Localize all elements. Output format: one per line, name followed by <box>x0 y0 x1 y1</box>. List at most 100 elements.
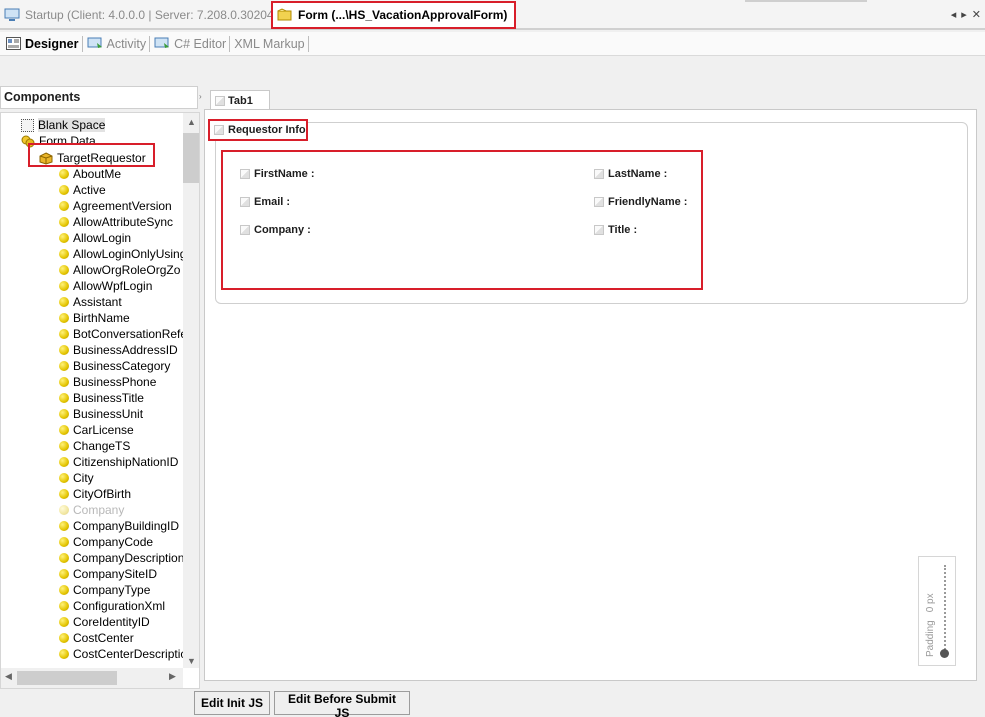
tab-strip-divider <box>745 0 867 2</box>
attribute-dot-icon <box>59 281 69 291</box>
attribute-dot-icon <box>59 441 69 451</box>
attribute-dot-icon <box>59 553 69 563</box>
scroll-left-arrow-icon[interactable]: ◀ <box>5 671 12 682</box>
tree-item-attribute[interactable]: AllowAttributeSync <box>59 214 173 230</box>
activity-view-button[interactable]: Activity <box>87 35 151 52</box>
scroll-down-icon[interactable]: ▼ <box>187 656 196 666</box>
tree-item-attribute[interactable]: AllowOrgRoleOrgZo <box>59 262 180 278</box>
padding-slider[interactable]: Padding 0 px <box>918 556 956 666</box>
field-lastname[interactable]: LastName <box>594 168 667 180</box>
attribute-dot-icon <box>59 425 69 435</box>
horizontal-scroll-thumb[interactable] <box>17 671 117 685</box>
tree-item-attribute[interactable]: City <box>59 470 94 486</box>
scroll-right-icon[interactable]: ▸ <box>961 8 967 21</box>
tree-item-label: ConfigurationXml <box>73 599 166 613</box>
tree-item-attribute[interactable]: BotConversationRefe <box>59 326 183 342</box>
field-friendlyname[interactable]: FriendlyName <box>594 196 687 208</box>
field-email[interactable]: Email <box>240 196 290 208</box>
tree-item-attribute[interactable]: Assistant <box>59 294 122 310</box>
tab-form[interactable]: Form (...\HS_VacationApprovalForm) <box>271 1 516 29</box>
csharp-editor-button[interactable]: C# Editor <box>154 35 231 52</box>
tree-item-label: AboutMe <box>73 167 122 181</box>
edit-before-submit-js-button[interactable]: Edit Before Submit JS <box>274 691 410 717</box>
tree-item-attribute[interactable]: BusinessPhone <box>59 374 156 390</box>
tab-startup[interactable]: Startup (Client: 4.0.0.0 | Server: 7.208… <box>0 2 282 28</box>
attribute-dot-icon <box>59 393 69 403</box>
tree-item-label: BotConversationRefe <box>73 327 183 341</box>
tree-item-label: CostCenterDescriptic <box>73 647 183 661</box>
designer-view-label: Designer <box>25 36 79 51</box>
tree-item-attribute[interactable]: ConfigurationXml <box>59 598 165 614</box>
scroll-left-icon[interactable]: ◂ <box>951 8 957 21</box>
splitter-arrow-icon[interactable]: › <box>199 92 202 101</box>
tree-item-blank-space[interactable]: Blank Space <box>21 117 106 133</box>
close-icon[interactable]: ✕ <box>972 8 981 21</box>
attribute-dot-icon <box>59 361 69 371</box>
tree-item-attribute[interactable]: AllowWpfLogin <box>59 278 152 294</box>
attribute-dot-icon <box>59 233 69 243</box>
tree-item-attribute[interactable]: Company <box>59 502 124 518</box>
tree-item-attribute[interactable]: CompanyBuildingID <box>59 518 179 534</box>
tree-item-attribute[interactable]: CompanyType <box>59 582 150 598</box>
field-title[interactable]: Title <box>594 224 637 236</box>
field-firstname[interactable]: FirstName <box>240 168 315 180</box>
activity-icon <box>87 37 103 50</box>
tree-vertical-scrollbar[interactable]: ▲ ▼ <box>183 113 199 668</box>
attribute-dot-icon <box>59 569 69 579</box>
xml-markup-button[interactable]: XML Markup <box>234 35 309 52</box>
field-edit-icon <box>594 197 604 207</box>
designer-view-button[interactable]: Designer <box>6 35 83 52</box>
padding-track[interactable] <box>944 565 946 653</box>
vertical-scroll-thumb[interactable] <box>183 133 199 183</box>
attribute-dot-icon <box>59 169 69 179</box>
tree-item-attribute[interactable]: CitizenshipNationID <box>59 454 178 470</box>
blank-space-label: Blank Space <box>38 118 106 132</box>
edit-init-js-button[interactable]: Edit Init JS <box>194 691 270 715</box>
scroll-up-icon[interactable]: ▲ <box>187 117 196 127</box>
requestor-info-group[interactable]: Requestor Info FirstName Email Company L… <box>208 119 968 304</box>
tree-item-attribute[interactable]: AllowLogin <box>59 230 131 246</box>
padding-knob[interactable] <box>940 649 949 658</box>
tree-item-attribute[interactable]: AboutMe <box>59 166 121 182</box>
tree-item-attribute[interactable]: BusinessCategory <box>59 358 170 374</box>
tree-item-attribute[interactable]: CostCenterDescriptic <box>59 646 183 662</box>
tree-item-attribute[interactable]: BirthName <box>59 310 130 326</box>
attribute-dot-icon <box>59 185 69 195</box>
tree-item-attribute[interactable]: ChangeTS <box>59 438 130 454</box>
tree-item-attribute[interactable]: CompanyCode <box>59 534 153 550</box>
components-panel: Blank Space Form Data TargetRequestor Ab… <box>0 112 200 689</box>
attribute-dot-icon <box>59 537 69 547</box>
form-canvas[interactable]: Requestor Info FirstName Email Company L… <box>204 109 977 681</box>
tree-horizontal-scrollbar[interactable]: ◀ ▶ <box>1 668 183 688</box>
padding-label: Padding <box>925 620 936 657</box>
field-company-label: Company <box>254 224 311 236</box>
tree-item-attribute[interactable]: CostCenter <box>59 630 134 646</box>
components-header: Components <box>0 86 198 109</box>
tree-item-attribute[interactable]: CityOfBirth <box>59 486 131 502</box>
tree-item-label: Active <box>73 183 106 197</box>
field-company[interactable]: Company <box>240 224 311 236</box>
tree-item-attribute[interactable]: CompanyDescription <box>59 550 183 566</box>
designer-toolbar: Designer Activity C# Editor XML Markup <box>0 32 985 56</box>
tree-item-attribute[interactable]: CoreIdentityID <box>59 614 150 630</box>
attribute-dot-icon <box>59 521 69 531</box>
document-tab-strip: Startup (Client: 4.0.0.0 | Server: 7.208… <box>0 0 985 30</box>
tree-item-attribute[interactable]: AllowLoginOnlyUsing <box>59 246 183 262</box>
tree-item-attribute[interactable]: Active <box>59 182 106 198</box>
tree-item-attribute[interactable]: CompanySiteID <box>59 566 157 582</box>
tree-item-attribute[interactable]: AgreementVersion <box>59 198 172 214</box>
tree-item-label: CarLicense <box>73 423 134 437</box>
tree-item-label: Assistant <box>73 295 122 309</box>
tab1[interactable]: Tab1 <box>210 90 270 110</box>
components-tree: Blank Space Form Data TargetRequestor Ab… <box>1 113 183 668</box>
tree-item-attribute[interactable]: BusinessTitle <box>59 390 144 406</box>
attribute-dot-icon <box>59 201 69 211</box>
attribute-dot-icon <box>59 345 69 355</box>
tree-item-attribute[interactable]: CarLicense <box>59 422 134 438</box>
group-title[interactable]: Requestor Info <box>208 119 308 141</box>
tab-startup-label: Startup (Client: 4.0.0.0 | Server: 7.208… <box>25 8 278 22</box>
tree-item-attribute[interactable]: BusinessUnit <box>59 406 143 422</box>
tree-item-attribute[interactable]: BusinessAddressID <box>59 342 178 358</box>
attribute-dot-icon <box>59 617 69 627</box>
scroll-right-arrow-icon[interactable]: ▶ <box>169 671 176 682</box>
